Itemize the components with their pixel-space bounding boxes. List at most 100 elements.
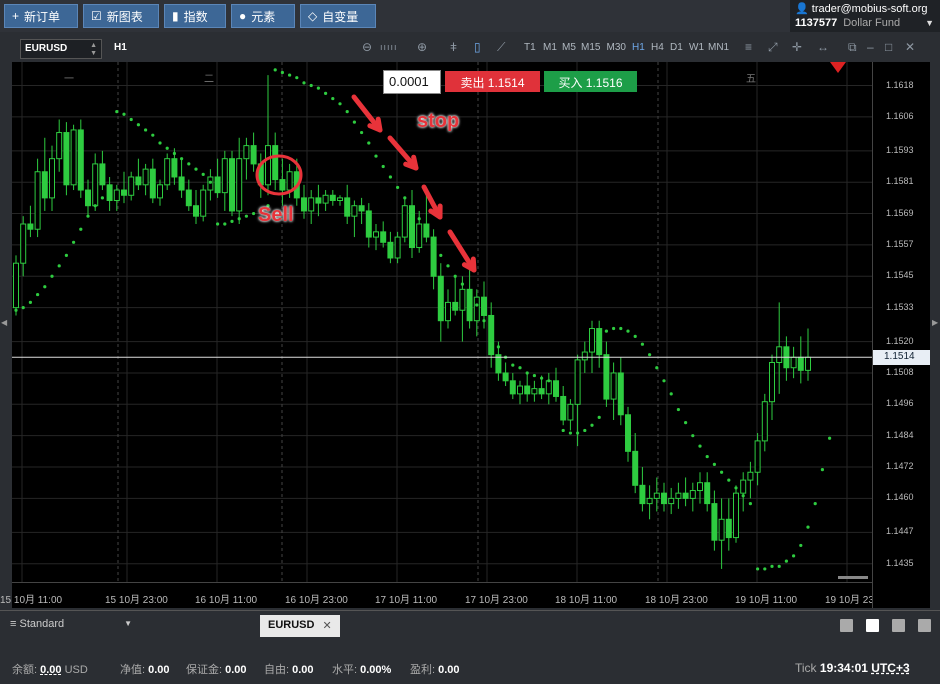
bar-chart-type-icon[interactable]: ǂ (450, 40, 457, 54)
indicators-button[interactable]: ▮ 指数 (164, 4, 226, 28)
sar-dot (576, 431, 580, 435)
crosshair-icon[interactable]: ✛ (792, 40, 802, 54)
x-tick-label: 18 10月 23:00 (645, 595, 708, 606)
sar-dot (345, 110, 349, 114)
timeframe-d1[interactable]: D1 (670, 42, 683, 53)
sar-dot (151, 133, 155, 137)
timeframe-m15[interactable]: M15 (581, 42, 600, 53)
sar-dot (288, 73, 292, 77)
sar-dot (568, 431, 573, 435)
new-order-button[interactable]: + 新订单 (4, 4, 78, 28)
sar-dot (583, 428, 587, 433)
candle-body (171, 158, 178, 178)
sar-dot (424, 230, 428, 234)
close-tab-icon[interactable]: ✕ (322, 619, 331, 633)
sell-button[interactable]: 卖出 1.1514 (445, 71, 540, 92)
chart-svg: 一二五 (12, 62, 872, 582)
candle-body (13, 262, 19, 309)
buy-button[interactable]: 买入 1.1516 (544, 71, 637, 92)
sar-dot (547, 379, 551, 383)
candle-body (560, 395, 567, 421)
sar-dot (57, 264, 61, 268)
y-tick-label: 1.1618 (886, 79, 914, 90)
candle-body (596, 328, 603, 356)
candle-body (178, 176, 185, 191)
candle-body (99, 163, 106, 186)
draw-line-icon[interactable]: ⤢ (768, 40, 778, 55)
elements-button[interactable]: ● 元素 (231, 4, 295, 28)
account-number: 1137577 (795, 17, 838, 29)
candle-body (459, 288, 466, 311)
timeframe-h1[interactable]: H1 (632, 42, 645, 53)
x-tick-label: 15 10月 23:00 (105, 595, 168, 606)
candle-body (77, 129, 84, 191)
timeframe-t1[interactable]: T1 (524, 42, 536, 53)
new-chart-button[interactable]: ☑ 新图表 (83, 4, 159, 28)
indicator-list-icon[interactable]: ≡ (745, 40, 752, 54)
candle-body (603, 354, 610, 400)
sar-dot (453, 274, 457, 278)
day-label: 二 (204, 74, 214, 85)
zoom-out-icon[interactable]: ⊖ (362, 40, 372, 54)
layout-horizontal-icon[interactable] (918, 619, 931, 632)
candle-body (517, 385, 523, 395)
margin-level: 水平: 0.00% (332, 664, 392, 676)
sar-dot (158, 141, 162, 145)
popout-icon[interactable]: ⧉ (848, 40, 857, 55)
sar-dot (273, 68, 277, 72)
y-tick-label: 1.1472 (886, 461, 914, 472)
candle-body (142, 168, 149, 186)
y-tick-label: 1.1581 (886, 176, 914, 187)
minimize-icon[interactable]: – (867, 40, 874, 54)
timeframe-m1[interactable]: M1 (543, 42, 557, 53)
close-icon[interactable]: ✕ (905, 40, 915, 54)
sar-dot (388, 175, 392, 179)
lot-size-input[interactable]: 0.0001 (383, 70, 441, 94)
left-panel-arrow-icon[interactable]: ◀ (1, 318, 7, 327)
candle-body (373, 231, 379, 238)
sar-dot (28, 300, 32, 305)
zoom-in-icon[interactable]: ⊕ (417, 40, 427, 54)
candle-body (409, 205, 415, 249)
chart-plot[interactable]: 一二五 (12, 62, 872, 582)
zoom-slider[interactable]: ııııı (380, 42, 398, 52)
layout-vertical-icon[interactable] (892, 619, 905, 632)
sar-dot (374, 154, 378, 158)
sar-dot (230, 219, 234, 223)
layout-selector[interactable]: ≡ Standard ▼ (6, 611, 252, 640)
candle-chart-type-icon[interactable]: ▯ (474, 40, 481, 54)
candle-body (610, 372, 617, 400)
timeframe-mn1[interactable]: MN1 (708, 42, 729, 53)
timeframe-m5[interactable]: M5 (562, 42, 576, 53)
candle-body (85, 189, 91, 207)
timeframe-m30[interactable]: M30 (607, 42, 626, 53)
candle-body (401, 205, 408, 238)
candle-body (265, 145, 271, 186)
scroll-icon[interactable]: ↔ (817, 40, 829, 54)
sar-dot (698, 444, 702, 448)
sar-dot (50, 274, 54, 278)
bar-chart-icon: ▮ (172, 9, 179, 23)
sar-dot (784, 559, 789, 563)
candle-body (646, 497, 653, 505)
candle-body (164, 158, 171, 186)
candle-body (27, 223, 34, 230)
line-chart-type-icon[interactable]: ⟋ (497, 40, 505, 55)
candle-body (41, 171, 48, 199)
account-selector[interactable]: 👤 trader@mobius-soft.org 1137577 Dollar F… (790, 0, 940, 32)
sar-dot (741, 494, 745, 498)
layout-grid-icon[interactable] (866, 619, 879, 632)
timeframe-h4[interactable]: H4 (651, 42, 664, 53)
maximize-icon[interactable]: □ (885, 40, 892, 54)
symbol-selector[interactable]: EURUSD ▲ ▼ (20, 39, 102, 59)
candle-body (711, 503, 718, 541)
timeframe-w1[interactable]: W1 (689, 42, 704, 53)
tab-eurusd[interactable]: EURUSD ✕ (260, 615, 340, 637)
candle-body (675, 492, 682, 499)
layout-single-icon[interactable] (840, 619, 853, 632)
candle-body (243, 145, 250, 160)
candle-body (365, 210, 372, 238)
custom-vars-button[interactable]: ◇ 自变量 (300, 4, 376, 28)
y-tick-label: 1.1569 (886, 207, 914, 218)
right-panel-arrow-icon[interactable]: ▶ (932, 318, 938, 327)
